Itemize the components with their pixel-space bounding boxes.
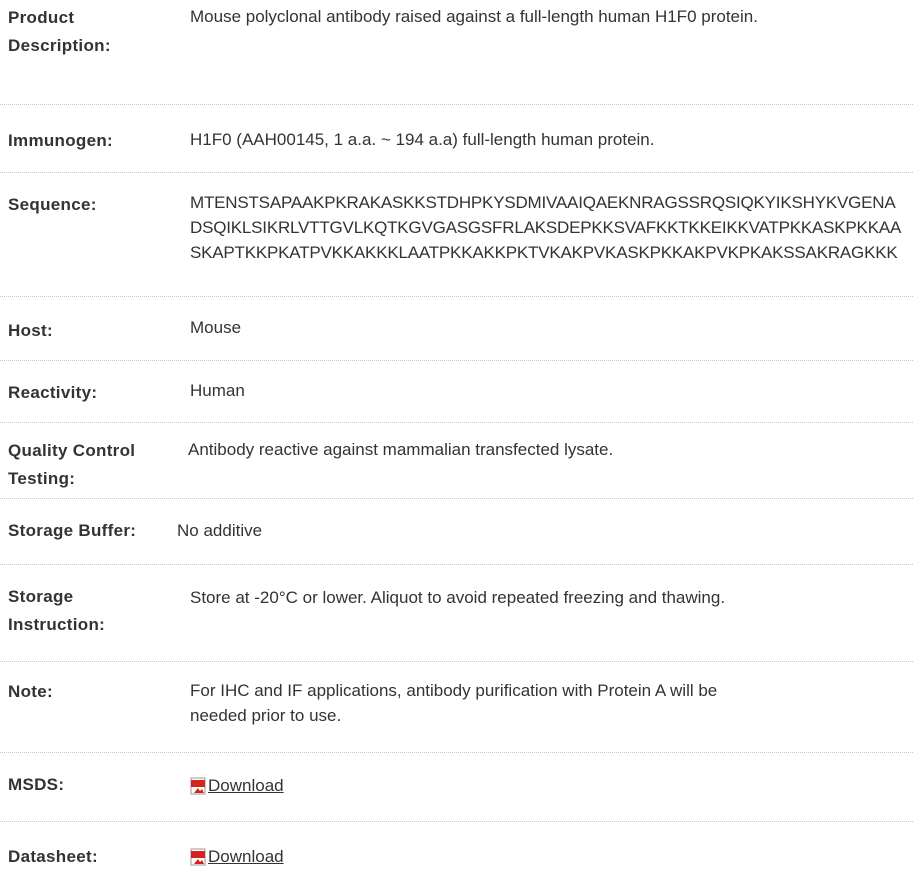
msds-download: Download — [190, 773, 909, 798]
spec-row-immunogen: Immunogen: H1F0 (AAH00145, 1 a.a. ~ 194 … — [0, 105, 913, 173]
pdf-file-icon[interactable] — [190, 848, 206, 866]
spec-row-product-description: Product Description: Mouse polyclonal an… — [0, 0, 913, 105]
product-spec-table: Product Description: Mouse polyclonal an… — [0, 0, 913, 894]
spec-row-storage-buffer: Storage Buffer: No additive — [0, 499, 913, 565]
spec-row-sequence: Sequence: MTENSTSAPAAKPKRAKASKKSTDHPKYSD… — [0, 173, 913, 297]
spec-row-reactivity: Reactivity: Human — [0, 361, 913, 423]
spec-label-sequence: Sequence: — [8, 195, 97, 214]
spec-row-storage-instruction: Storage Instruction: Store at -20°C or l… — [0, 565, 913, 662]
spec-label-product-description: Product Description: — [8, 8, 111, 55]
datasheet-download-link[interactable]: Download — [208, 844, 284, 869]
spec-value-note: For IHC and IF applications, antibody pu… — [190, 681, 718, 725]
spec-row-note: Note: For IHC and IF applications, antib… — [0, 662, 913, 753]
spec-row-quality-control: Quality Control Testing: Antibody reacti… — [0, 423, 913, 499]
spec-label-quality-control: Quality Control Testing: — [8, 441, 136, 488]
spec-label-msds: MSDS: — [8, 775, 65, 794]
spec-value-immunogen: H1F0 (AAH00145, 1 a.a. ~ 194 a.a) full-l… — [190, 130, 655, 149]
msds-download-link[interactable]: Download — [208, 773, 284, 798]
spec-label-storage-buffer: Storage Buffer: — [8, 521, 137, 540]
datasheet-download: Download — [190, 844, 909, 869]
spec-row-host: Host: Mouse — [0, 297, 913, 361]
spec-label-datasheet: Datasheet: — [8, 847, 98, 866]
pdf-file-icon[interactable] — [190, 777, 206, 795]
spec-value-quality-control: Antibody reactive against mammalian tran… — [188, 440, 614, 459]
spec-value-host: Mouse — [190, 318, 242, 337]
spec-label-note: Note: — [8, 682, 53, 701]
spec-label-immunogen: Immunogen: — [8, 131, 113, 150]
spec-row-msds: MSDS: Download — [0, 753, 913, 822]
spec-label-reactivity: Reactivity: — [8, 383, 98, 402]
spec-row-datasheet: Datasheet: Download — [0, 822, 913, 894]
spec-label-storage-instruction: Storage Instruction: — [8, 587, 106, 634]
spec-value-product-description: Mouse polyclonal antibody raised against… — [190, 7, 758, 26]
spec-value-storage-instruction: Store at -20°C or lower. Aliquot to avoi… — [190, 588, 726, 607]
spec-label-host: Host: — [8, 321, 53, 340]
spec-value-sequence: MTENSTSAPAAKPKRAKASKKSTDHPKYSDMIVAAIQAEK… — [190, 193, 902, 262]
spec-value-reactivity: Human — [190, 381, 245, 400]
spec-value-storage-buffer: No additive — [177, 521, 263, 540]
